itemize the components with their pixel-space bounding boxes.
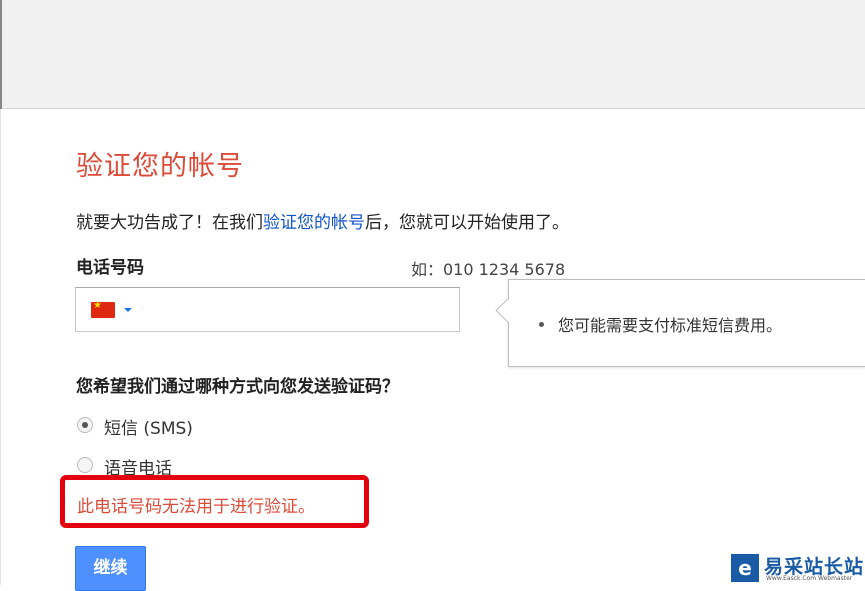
delivery-method-question: 您希望我们通过哪种方式向您发送验证码？: [76, 377, 399, 397]
sms-option-label[interactable]: 短信 (SMS): [104, 414, 193, 439]
top-bar: [0, 0, 865, 109]
sms-radio[interactable]: [77, 417, 93, 433]
intro-text-before: 就要大功告成了！在我们: [76, 213, 263, 233]
tooltip-arrow: [495, 298, 520, 323]
watermark-url: Www.Easck.Com Webmaster: [766, 575, 853, 582]
error-highlight: 此电话号码无法用于进行验证。: [60, 475, 369, 528]
sms-fee-tooltip: 您可能需要支付标准短信费用。: [495, 279, 865, 367]
phone-example-hint: 如：010 1234 5678: [411, 260, 566, 279]
watermark-logo-icon: e: [731, 554, 759, 582]
intro-text: 就要大功告成了！在我们验证您的帐号后，您就可以开始使用了。: [76, 208, 569, 233]
watermark: e 易采站长站 Www.Easck.Com Webmaster: [731, 552, 865, 585]
tooltip-text: 您可能需要支付标准短信费用。: [539, 312, 782, 336]
page-title: 验证您的帐号: [76, 151, 244, 182]
china-flag-icon[interactable]: ★: [91, 300, 115, 318]
continue-button[interactable]: 继续: [75, 546, 146, 591]
left-border: [0, 109, 1, 585]
phone-label: 电话号码: [76, 258, 144, 278]
error-message: 此电话号码无法用于进行验证。: [77, 497, 315, 517]
verify-account-link[interactable]: 验证您的帐号: [263, 213, 365, 233]
phone-input[interactable]: ★: [75, 287, 460, 332]
chevron-down-icon[interactable]: [124, 308, 132, 312]
intro-text-after: 后，您就可以开始使用了。: [365, 213, 569, 233]
voice-call-radio[interactable]: [77, 457, 93, 473]
